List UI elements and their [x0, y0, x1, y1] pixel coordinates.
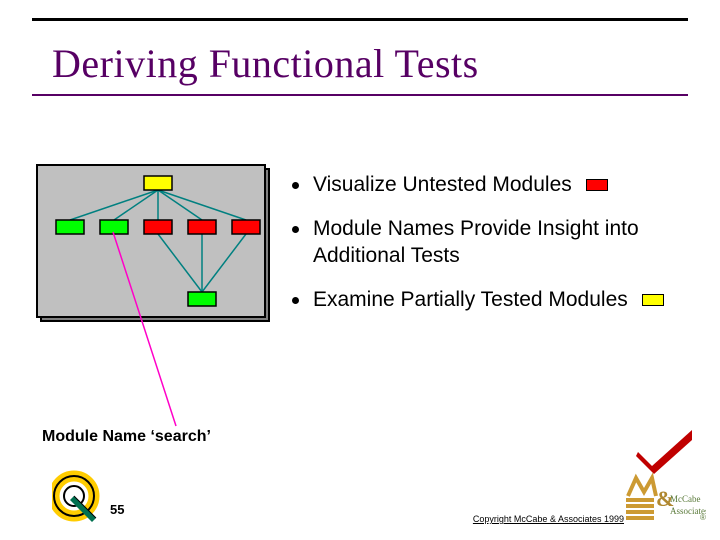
- diagram-panel: [36, 164, 266, 318]
- diagram-graph: [38, 166, 264, 316]
- bullet-item: Module Names Provide Insight into Additi…: [292, 216, 678, 269]
- bullet-dot-icon: [292, 182, 299, 189]
- top-rule: [32, 18, 688, 21]
- module-diagram: [36, 164, 270, 324]
- bullet-text: Visualize Untested Modules: [313, 172, 608, 198]
- svg-text:McCabe: McCabe: [670, 494, 701, 504]
- slide-number: 55: [110, 502, 124, 517]
- bullet-dot-icon: [292, 226, 299, 233]
- bullet-text: Examine Partially Tested Modules: [313, 287, 664, 313]
- bullet-label: Examine Partially Tested Modules: [313, 288, 628, 311]
- bullet-label: Visualize Untested Modules: [313, 173, 572, 196]
- q-logo-icon: [52, 470, 100, 522]
- slide-title: Deriving Functional Tests: [52, 40, 479, 87]
- bullet-list: Visualize Untested Modules Module Names …: [292, 172, 678, 331]
- bullet-dot-icon: [292, 297, 299, 304]
- copyright-text: Copyright McCabe & Associates 1999: [473, 514, 624, 524]
- annotation-label: Module Name ‘search’: [42, 428, 211, 446]
- legend-swatch-red: [586, 179, 608, 191]
- svg-text:®: ®: [700, 513, 706, 522]
- bullet-text: Module Names Provide Insight into Additi…: [313, 216, 678, 269]
- mccabe-logo: & McCabe Associates ®: [626, 470, 706, 526]
- checkmark-icon: [634, 426, 696, 474]
- bullet-item: Visualize Untested Modules: [292, 172, 678, 198]
- bullet-item: Examine Partially Tested Modules: [292, 287, 678, 313]
- title-underline: [32, 94, 688, 96]
- legend-swatch-yellow: [642, 294, 664, 306]
